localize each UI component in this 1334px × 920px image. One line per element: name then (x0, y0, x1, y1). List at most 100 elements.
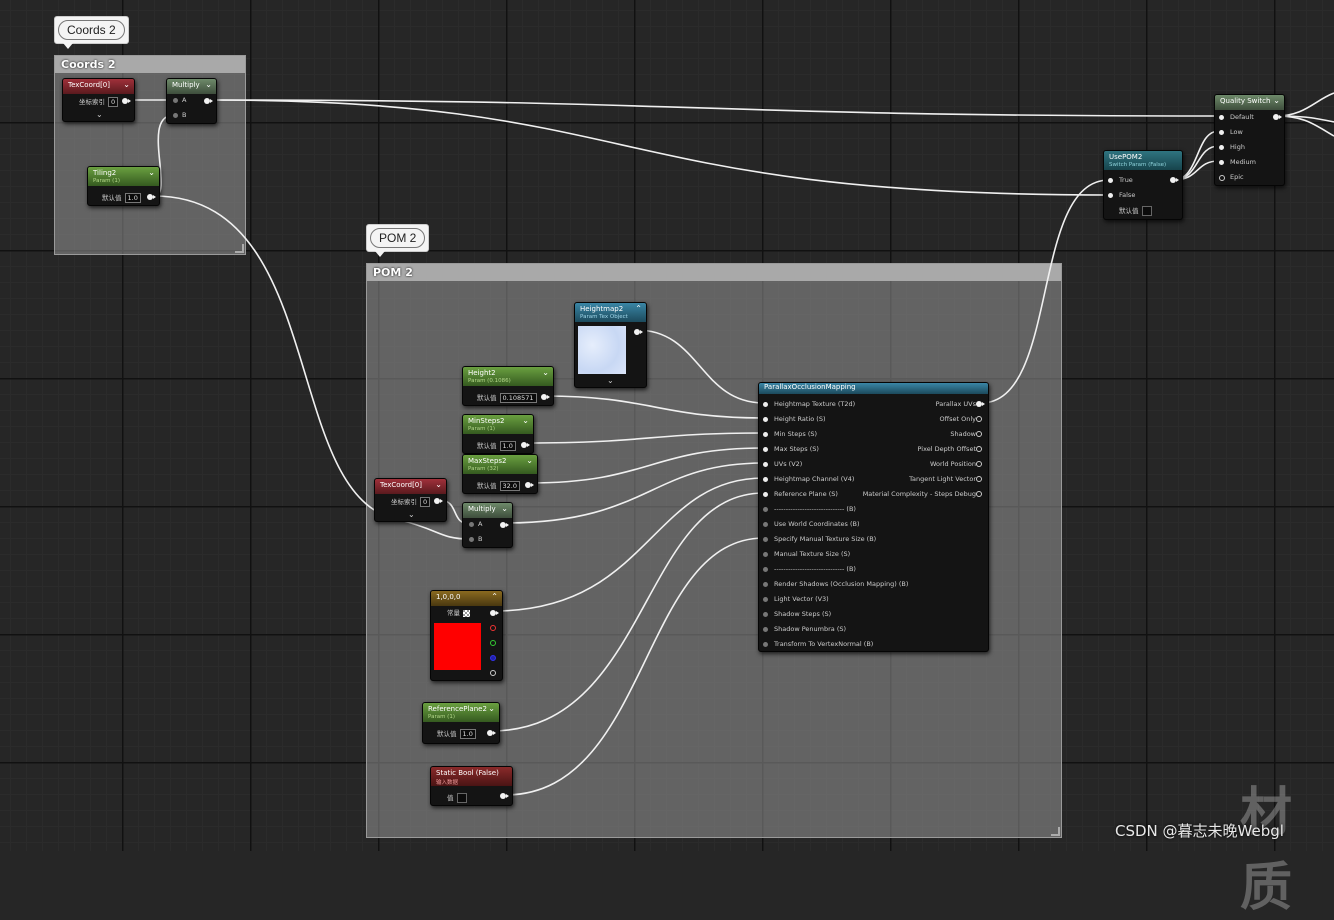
input-pin[interactable] (763, 627, 768, 632)
coordinate-index-input[interactable]: 0 (108, 97, 119, 107)
output-pin[interactable] (122, 98, 131, 104)
output-pin[interactable] (147, 194, 156, 200)
node-header[interactable]: Height2 Param (0.1086) ⌄ (463, 367, 553, 386)
usepom-switch-node[interactable]: UsePOM2 Switch Param (False) True False 默… (1103, 150, 1183, 220)
output-pin[interactable] (634, 329, 643, 335)
input-pin-medium[interactable] (1219, 160, 1224, 165)
chevron-down-icon[interactable]: ⌄ (522, 416, 529, 425)
input-pin[interactable] (763, 537, 768, 542)
node-header[interactable]: Tiling2 Param (1) ⌄ (88, 167, 159, 186)
output-pin[interactable] (521, 442, 530, 448)
output-pin-b[interactable] (490, 655, 496, 661)
output-pin[interactable] (204, 98, 213, 104)
output-pin[interactable] (976, 491, 982, 497)
chevron-down-icon[interactable]: ⌄ (148, 168, 155, 177)
node-header[interactable]: Static Bool (False) 输入数据 (431, 767, 512, 786)
output-pin[interactable] (976, 401, 985, 407)
node-header[interactable]: MaxSteps2 Param (32) ⌄ (463, 455, 537, 474)
default-value-input[interactable]: 0.108571 (499, 393, 537, 403)
node-header[interactable]: ParallaxOcclusionMapping (759, 383, 988, 394)
chevron-down-icon[interactable]: ⌄ (501, 504, 508, 513)
constant-vector-node[interactable]: 1,0,0,0 ⌃ 常量 (430, 590, 503, 681)
texcoord-node[interactable]: TexCoord[0] ⌄ 坐标索引 0 ⌄ (62, 78, 135, 122)
static-bool-node[interactable]: Static Bool (False) 输入数据 值 (430, 766, 513, 806)
tiling-param-node[interactable]: Tiling2 Param (1) ⌄ 默认值 1.0 (87, 166, 160, 206)
input-pin-high[interactable] (1219, 145, 1224, 150)
checker-swatch-icon[interactable] (463, 609, 470, 617)
input-pin[interactable] (763, 567, 768, 572)
node-header[interactable]: Heightmap2 Param Tex Object ⌃ (575, 303, 646, 322)
input-pin[interactable] (763, 447, 768, 452)
default-value-input[interactable]: 1.0 (499, 441, 516, 451)
output-pin[interactable] (1273, 114, 1282, 120)
input-pin[interactable] (763, 462, 768, 467)
coordinate-index-input[interactable]: 0 (420, 497, 431, 507)
height-param-node[interactable]: Height2 Param (0.1086) ⌄ 默认值 0.108571 (462, 366, 554, 406)
output-pin[interactable] (525, 482, 534, 488)
expand-arrow-icon[interactable]: ⌄ (408, 510, 415, 519)
input-pin[interactable] (763, 612, 768, 617)
output-pin[interactable] (976, 416, 982, 422)
multiply-node[interactable]: Multiply ⌄ A B (462, 502, 513, 548)
output-pin[interactable] (434, 498, 443, 504)
input-pin[interactable] (763, 522, 768, 527)
node-header[interactable]: 1,0,0,0 ⌃ (431, 591, 502, 606)
chevron-up-icon[interactable]: ⌃ (491, 592, 498, 601)
expand-arrow-icon[interactable]: ⌄ (607, 376, 614, 385)
output-pin-rgba[interactable] (490, 610, 499, 616)
input-pin-true[interactable] (1108, 178, 1113, 183)
output-pin[interactable] (500, 522, 509, 528)
node-header[interactable]: Multiply ⌄ (167, 79, 216, 94)
output-pin-g[interactable] (490, 640, 496, 646)
quality-switch-node[interactable]: Quality Switch ⌄ Default Low High Medium … (1214, 94, 1285, 186)
node-header[interactable]: TexCoord[0] ⌄ (63, 79, 134, 94)
input-pin-low[interactable] (1219, 130, 1224, 135)
value-checkbox[interactable] (456, 793, 467, 803)
pom-function-node[interactable]: ParallaxOcclusionMapping Heightmap Textu… (758, 382, 989, 652)
output-pin[interactable] (976, 431, 982, 437)
output-pin[interactable] (487, 730, 496, 736)
chevron-down-icon[interactable]: ⌄ (1273, 96, 1280, 105)
chevron-up-icon[interactable]: ⌃ (635, 304, 642, 313)
chevron-down-icon[interactable]: ⌄ (205, 80, 212, 89)
chevron-down-icon[interactable]: ⌄ (488, 704, 495, 713)
chevron-down-icon[interactable]: ⌄ (526, 456, 533, 465)
node-header[interactable]: TexCoord[0] ⌄ (375, 479, 446, 494)
input-pin-a[interactable] (173, 98, 178, 103)
maxsteps-param-node[interactable]: MaxSteps2 Param (32) ⌄ 默认值 32.0 (462, 454, 538, 494)
input-pin[interactable] (763, 402, 768, 407)
input-pin[interactable] (763, 432, 768, 437)
input-pin[interactable] (763, 597, 768, 602)
input-pin[interactable] (763, 492, 768, 497)
input-pin-b[interactable] (469, 537, 474, 542)
expand-arrow-icon[interactable]: ⌄ (96, 110, 103, 119)
default-value-input[interactable]: 32.0 (499, 481, 520, 491)
output-pin[interactable] (500, 793, 509, 799)
node-header[interactable]: MinSteps2 Param (1) ⌄ (463, 415, 533, 434)
minsteps-param-node[interactable]: MinSteps2 Param (1) ⌄ 默认值 1.0 (462, 414, 534, 454)
node-header[interactable]: Multiply ⌄ (463, 503, 512, 518)
input-pin[interactable] (763, 477, 768, 482)
input-pin-epic[interactable] (1219, 175, 1225, 181)
chevron-down-icon[interactable]: ⌄ (123, 80, 130, 89)
input-pin[interactable] (763, 417, 768, 422)
input-pin-default[interactable] (1219, 115, 1224, 120)
input-pin[interactable] (763, 552, 768, 557)
input-pin[interactable] (763, 582, 768, 587)
multiply-node[interactable]: Multiply ⌄ A B (166, 78, 217, 124)
node-header[interactable]: ReferencePlane2 Param (1) ⌄ (423, 703, 499, 722)
chevron-down-icon[interactable]: ⌄ (435, 480, 442, 489)
default-value-input[interactable]: 1.0 (459, 729, 476, 739)
input-pin-b[interactable] (173, 113, 178, 118)
default-value-input[interactable]: 1.0 (124, 193, 141, 203)
chevron-down-icon[interactable]: ⌄ (542, 368, 549, 377)
input-pin-a[interactable] (469, 522, 474, 527)
referenceplane-param-node[interactable]: ReferencePlane2 Param (1) ⌄ 默认值 1.0 (422, 702, 500, 744)
output-pin[interactable] (976, 461, 982, 467)
input-pin[interactable] (763, 507, 768, 512)
output-pin[interactable] (976, 476, 982, 482)
node-header[interactable]: UsePOM2 Switch Param (False) (1104, 151, 1182, 170)
input-pin[interactable] (763, 642, 768, 647)
node-header[interactable]: Quality Switch ⌄ (1215, 95, 1284, 110)
output-pin-a[interactable] (490, 670, 496, 676)
